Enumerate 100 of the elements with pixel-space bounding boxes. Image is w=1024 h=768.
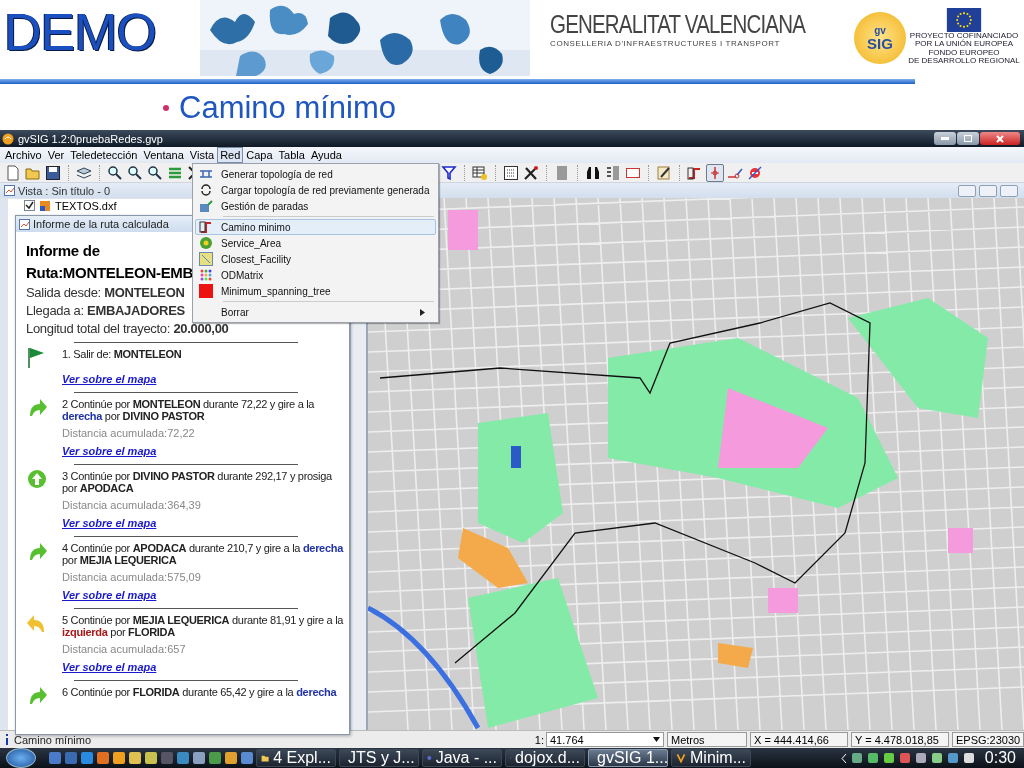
tray-icon[interactable] xyxy=(850,752,863,764)
application-icon[interactable] xyxy=(225,752,237,764)
magnifier-icon[interactable] xyxy=(146,163,164,182)
logo-caption: DE DESARROLLO REGIONAL xyxy=(908,57,1020,66)
stop-icon[interactable] xyxy=(746,163,764,182)
application-icon[interactable] xyxy=(81,752,93,764)
application-icon[interactable] xyxy=(97,752,109,764)
tray-icon[interactable] xyxy=(946,752,959,764)
target-icon xyxy=(199,236,213,250)
magnifier-icon[interactable] xyxy=(106,163,124,182)
projection-field: EPSG:23030 xyxy=(952,732,1024,747)
menu-item[interactable]: Ver xyxy=(44,147,68,163)
refresh-icon xyxy=(199,183,213,197)
menu-item[interactable]: Ayuda xyxy=(307,147,345,163)
menu-item[interactable]: Minimum_spanning_tree xyxy=(195,283,437,299)
layer-icon xyxy=(39,199,51,212)
map-link[interactable]: Ver sobre el mapa xyxy=(62,661,157,674)
status-message: Camino mínimo xyxy=(14,733,92,746)
window-title: gvSIG 1.2:0pruebaRedes.gvp xyxy=(18,132,163,145)
info-icon xyxy=(4,734,10,745)
flag-icon[interactable] xyxy=(706,163,724,182)
menu-item[interactable]: Closest_Facility xyxy=(195,251,437,267)
menu-item[interactable]: Service_Area xyxy=(195,235,437,251)
application-icon[interactable] xyxy=(129,752,141,764)
distance-text: Distancia acumulada:575,09 xyxy=(62,571,201,584)
menu-item[interactable]: Capa xyxy=(243,147,276,163)
map-link[interactable]: Ver sobre el mapa xyxy=(62,589,157,602)
close-button[interactable] xyxy=(980,132,1020,145)
menu-item[interactable]: Camino minimo xyxy=(195,219,437,235)
coordinate-field: X = 444.414,66 xyxy=(750,732,848,747)
taskbar-button[interactable]: Java - ... xyxy=(422,749,502,767)
step-text: 1. Salir de: MONTELEON xyxy=(62,348,183,360)
edit-icon[interactable] xyxy=(655,163,673,182)
slide-heading: Camino mínimo xyxy=(179,90,397,126)
report-heading: Ruta:MONTELEON-EMB xyxy=(26,263,194,283)
step-text: 2 Continúe por MONTELEON durante 72,22 y gire a la derecha por DIVINO PASTOR xyxy=(62,398,316,422)
taskbar-button[interactable]: gvSIG 1... xyxy=(588,749,668,767)
menu-item[interactable]: Ventana xyxy=(140,147,187,163)
legend-icon[interactable] xyxy=(502,163,520,182)
units-field: Metros xyxy=(667,732,747,747)
list-icon[interactable] xyxy=(604,163,622,182)
menu-item[interactable]: Teledetección xyxy=(67,147,141,163)
dots-icon xyxy=(199,268,213,282)
taskbar-button[interactable]: dojox.d... xyxy=(505,749,585,767)
tools-icon[interactable] xyxy=(522,163,540,182)
application-icon[interactable] xyxy=(177,752,189,764)
step-text: 3 Continúe por DIVINO PASTOR durante 292,17 y prosiga por APODACA xyxy=(62,470,333,494)
bullet-icon xyxy=(163,105,169,111)
menu-item[interactable]: Tabla xyxy=(275,147,308,163)
route-icon xyxy=(676,751,686,765)
menu-item[interactable]: Gestión de paradas xyxy=(195,198,437,214)
menu-item[interactable]: Vista xyxy=(186,147,218,163)
menu-item[interactable]: ODMatrix xyxy=(195,267,437,283)
tray-icon[interactable] xyxy=(866,752,879,764)
map-link[interactable]: Ver sobre el mapa xyxy=(62,517,157,530)
dropdown-arrow-icon[interactable] xyxy=(653,737,660,742)
application-icon[interactable] xyxy=(145,752,157,764)
taskbar-button[interactable]: Minim... xyxy=(671,749,751,767)
document-icon[interactable] xyxy=(4,163,22,182)
chevron-icon[interactable] xyxy=(840,753,847,763)
maximize-icon xyxy=(964,135,972,142)
checkbox[interactable] xyxy=(24,200,35,211)
save-icon[interactable] xyxy=(44,163,62,182)
map-link[interactable]: Ver sobre el mapa xyxy=(62,373,157,386)
table-icon[interactable] xyxy=(471,163,489,182)
logo-subtitle: CONSELLERIA D'INFRAESTRUCTURES I TRANSPORT xyxy=(550,39,782,48)
view-icon xyxy=(4,185,15,196)
taskbar-button[interactable]: 4 Expl... xyxy=(256,749,336,767)
summary-line: Salida desde: MONTELEON xyxy=(26,284,185,302)
logo-caption: FONDO EUROPEO xyxy=(928,48,1000,58)
taskbar-button[interactable]: JTS y J... xyxy=(339,749,419,767)
close-icon xyxy=(996,134,1004,143)
scale-field[interactable]: 41.764 xyxy=(546,732,664,747)
application-icon[interactable] xyxy=(193,752,205,764)
maximize-button[interactable] xyxy=(957,132,979,145)
menu-item[interactable]: Archivo xyxy=(2,147,45,163)
menu-item[interactable]: Generar topología de red xyxy=(195,166,437,182)
layer-name[interactable]: TEXTOS.dxf xyxy=(55,199,117,212)
map-link[interactable]: Ver sobre el mapa xyxy=(62,445,157,458)
tray-icon[interactable] xyxy=(914,752,927,764)
logo-caption: POR LA UNIÓN EUROPEA xyxy=(914,40,1014,49)
tray-icon[interactable] xyxy=(962,752,975,764)
minimize-button[interactable] xyxy=(934,132,956,145)
window-title: Vista : Sin título - 0 xyxy=(18,184,111,197)
menu-item[interactable]: Borrar xyxy=(195,304,437,320)
start-button[interactable] xyxy=(6,748,36,768)
menu-item[interactable]: Red xyxy=(217,147,244,163)
application-icon[interactable] xyxy=(241,752,253,764)
application-icon[interactable] xyxy=(209,752,221,764)
stops-icon xyxy=(199,199,213,213)
coordinate-field: Y = 4.478.018,85 xyxy=(851,732,949,747)
tray-icon[interactable] xyxy=(882,752,895,764)
summary-line: Longitud total del trayecto: 20.000,00 xyxy=(26,320,229,338)
slide-title: DEMO xyxy=(4,2,157,62)
menu-item[interactable]: Cargar topología de red previamente generada xyxy=(195,182,437,198)
magnifier-icon[interactable] xyxy=(126,163,144,182)
logo-text: GENERALITAT VALENCIANA xyxy=(550,10,805,39)
step-text: 6 Continúe por FLORIDA durante 65,42 y gire a la derecha xyxy=(62,686,338,698)
tray-icon[interactable] xyxy=(930,752,943,764)
application-icon[interactable] xyxy=(113,752,125,764)
